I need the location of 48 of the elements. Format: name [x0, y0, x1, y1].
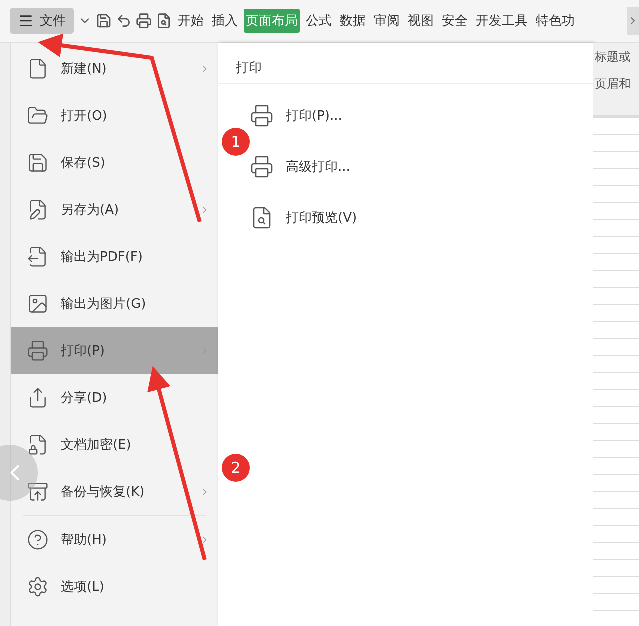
share-icon — [27, 386, 49, 408]
ribbon-label: 页眉和 — [594, 76, 632, 93]
folder-icon — [27, 104, 49, 126]
preview-icon[interactable] — [156, 13, 172, 29]
ribbon-tab[interactable]: 开发工具 — [474, 9, 530, 33]
undo-icon[interactable] — [116, 13, 132, 29]
menu-icon — [18, 13, 34, 29]
printer-icon — [27, 340, 49, 362]
ribbon-tab[interactable]: 审阅 — [372, 9, 402, 33]
ribbon-tab[interactable]: 安全 — [440, 9, 470, 33]
ribbon-tab[interactable]: 开始 — [176, 9, 206, 33]
scroll-right-button[interactable] — [627, 7, 639, 35]
menu-item[interactable]: 选项(L) — [11, 563, 218, 610]
settings-icon — [27, 576, 49, 598]
ribbon-tab[interactable]: 公式 — [304, 9, 334, 33]
menu-item[interactable]: 输出为图片(G) — [11, 280, 218, 327]
file-lock-icon — [27, 434, 49, 456]
menu-item[interactable]: 备份与恢复(K) — [11, 468, 218, 515]
printer-icon — [250, 104, 274, 128]
file-menu-button[interactable]: 文件 — [10, 8, 74, 34]
file-export-icon — [27, 246, 49, 268]
menu-item[interactable]: 另存为(A) — [11, 186, 218, 233]
menu-item[interactable]: 保存(S) — [11, 139, 218, 186]
help-icon — [27, 528, 49, 550]
new-file-icon — [27, 58, 49, 80]
menu-item[interactable]: 打开(O) — [11, 92, 218, 139]
ribbon-label: 标题或 — [594, 49, 632, 66]
file-pen-icon — [27, 198, 49, 220]
ribbon-tab[interactable]: 特色功 — [534, 9, 577, 33]
ribbon-tab[interactable]: 视图 — [406, 9, 436, 33]
ribbon-tab[interactable]: 插入 — [210, 9, 240, 33]
save-icon — [27, 152, 49, 174]
save-icon[interactable] — [96, 13, 112, 29]
ribbon-tab[interactable]: 数据 — [338, 9, 368, 33]
image-icon — [27, 292, 49, 314]
printer-icon — [250, 154, 274, 178]
menu-item[interactable]: 新建(N) — [11, 45, 218, 92]
submenu-item[interactable]: 打印(P)... — [250, 90, 342, 141]
menu-item[interactable]: 输出为PDF(F) — [11, 233, 218, 280]
printer-icon[interactable] — [136, 13, 152, 29]
restore-icon — [27, 480, 49, 502]
menu-item[interactable]: 文档加密(E) — [11, 421, 218, 468]
menu-item[interactable]: 打印(P) — [11, 327, 218, 374]
submenu-item[interactable]: 打印预览(V) — [250, 192, 358, 243]
submenu-title: 打印 — [235, 60, 263, 78]
menu-item[interactable]: 分享(D) — [11, 374, 218, 421]
menu-item[interactable]: 帮助(H) — [11, 516, 218, 563]
submenu-item[interactable]: 高级打印... — [250, 141, 350, 192]
